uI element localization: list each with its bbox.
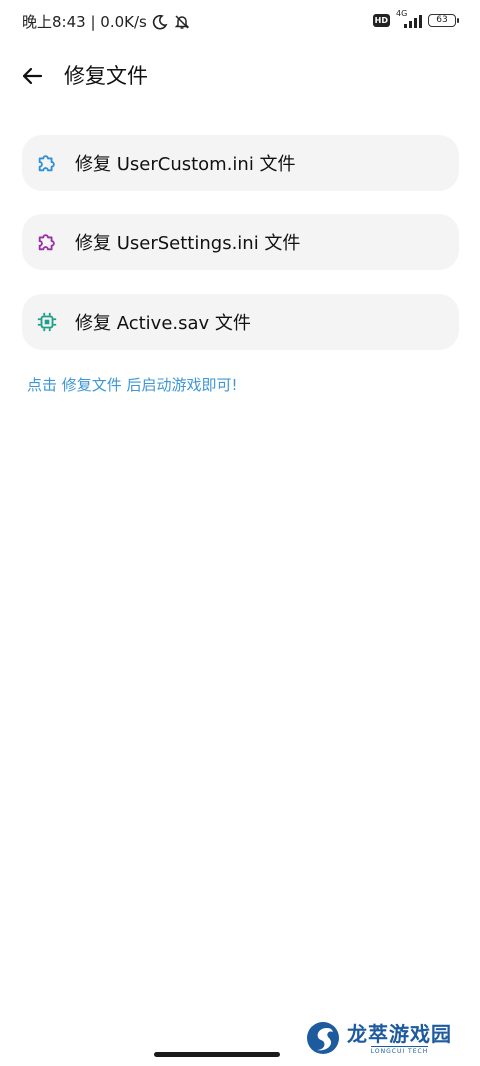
home-indicator[interactable] — [154, 1052, 280, 1057]
app-header: 修复文件 — [0, 52, 480, 100]
moon-icon — [151, 13, 169, 31]
fix-active-sav-label: 修复 Active.sav 文件 — [75, 313, 251, 334]
puzzle-icon — [36, 152, 58, 174]
page-title: 修复文件 — [64, 64, 148, 88]
arrow-left-icon — [22, 67, 43, 85]
chip-icon — [36, 311, 58, 333]
fix-usercustom-button[interactable]: 修复 UserCustom.ini 文件 — [22, 135, 459, 191]
fix-active-sav-button[interactable]: 修复 Active.sav 文件 — [22, 294, 459, 350]
status-left: 晚上8:43 | 0.0K/s — [22, 11, 191, 32]
watermark-title: 龙萃游戏园 — [347, 1021, 452, 1046]
hd-badge: HD — [372, 13, 390, 27]
fix-usersettings-button[interactable]: 修复 UserSettings.ini 文件 — [22, 214, 459, 270]
screen: 晚上8:43 | 0.0K/s HD 4G 63 修复文件 修复 UserCus… — [0, 0, 480, 1066]
status-time-speed: 晚上8:43 | 0.0K/s — [22, 13, 147, 31]
status-right: HD 4G 63 — [372, 9, 459, 28]
signal-icon: 4G — [396, 9, 422, 28]
status-bar: 晚上8:43 | 0.0K/s HD 4G 63 — [0, 0, 480, 42]
hint-text: 点击 修复文件 后启动游戏即可! — [27, 376, 238, 394]
logo-mark-icon — [307, 1022, 339, 1054]
battery-icon: 63 — [428, 13, 459, 27]
bell-off-icon — [173, 13, 191, 31]
fix-usersettings-label: 修复 UserSettings.ini 文件 — [75, 233, 301, 254]
battery-level: 63 — [436, 15, 448, 25]
watermark-subtitle: LONGCUI TECH — [370, 1045, 429, 1055]
back-button[interactable] — [18, 62, 46, 90]
watermark-logo: 龙萃游戏园 LONGCUI TECH — [305, 1020, 452, 1056]
fix-usercustom-label: 修复 UserCustom.ini 文件 — [75, 154, 296, 175]
puzzle-icon — [36, 231, 58, 253]
